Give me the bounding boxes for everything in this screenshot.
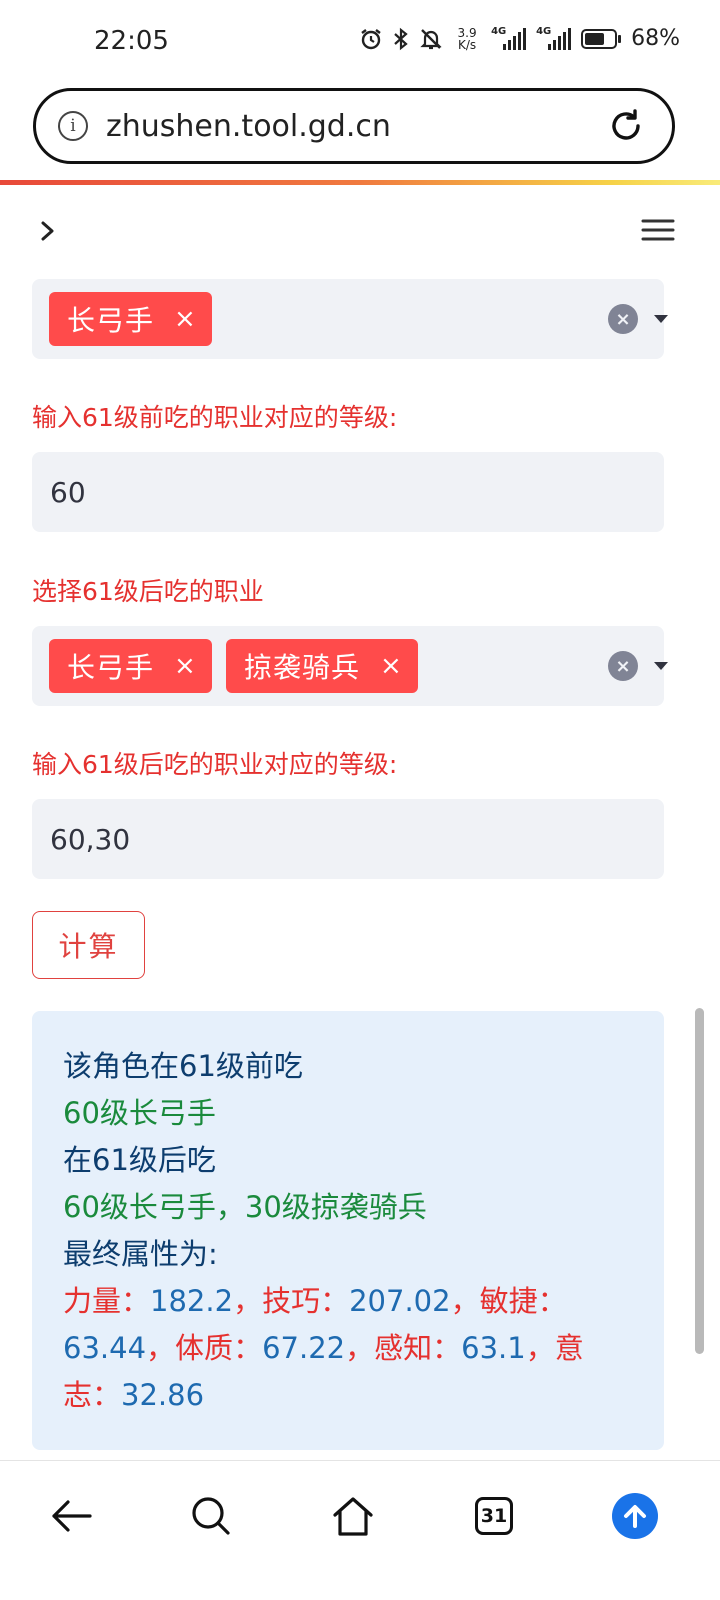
result-line: 最终属性为:	[63, 1237, 218, 1271]
after-class-select[interactable]: 长弓手 × 掠袭骑兵 × ×	[32, 626, 668, 706]
url-bar[interactable]: i zhushen.tool.gd.cn	[33, 88, 675, 164]
back-arrow-icon[interactable]	[46, 1491, 96, 1541]
after-level-label: 输入61级后吃的职业对应的等级:	[32, 750, 398, 779]
alarm-icon	[359, 27, 383, 51]
stat-value: 207.02	[349, 1284, 451, 1318]
clear-icon[interactable]: ×	[608, 304, 638, 334]
calculate-button[interactable]: 计算	[32, 911, 145, 979]
chip-label: 长弓手	[67, 304, 155, 337]
stat-name: 敏捷	[479, 1284, 538, 1318]
net-speed: 3.9 K/s	[457, 25, 477, 52]
after-level-input[interactable]: 60,30	[32, 799, 664, 879]
result-line: 该角色在61级前吃	[63, 1049, 303, 1083]
chevron-down-icon[interactable]	[654, 315, 668, 323]
class-chip[interactable]: 长弓手 ×	[49, 292, 212, 346]
chevron-right-icon[interactable]	[38, 218, 60, 244]
stat-value: 63.1	[461, 1331, 526, 1365]
stat-value: 182.2	[150, 1284, 234, 1318]
status-time: 22:05	[94, 26, 169, 56]
status-bar: 22:05 3.9 K/s 4G 4G 68%	[0, 0, 720, 88]
after-classes-label: 选择61级后吃的职业	[32, 577, 264, 606]
url-text[interactable]: zhushen.tool.gd.cn	[106, 109, 606, 144]
info-icon[interactable]: i	[58, 111, 88, 141]
chevron-down-icon[interactable]	[654, 662, 668, 670]
result-line: 在61级后吃	[63, 1143, 216, 1177]
home-icon[interactable]	[328, 1491, 378, 1541]
tabs-icon[interactable]: 31	[469, 1491, 519, 1541]
before-level-label: 输入61级前吃的职业对应的等级:	[32, 403, 398, 432]
page-load-progress	[0, 180, 720, 185]
upload-icon[interactable]	[610, 1491, 660, 1541]
chip-label: 长弓手	[67, 651, 155, 684]
chip-label: 掠袭骑兵	[244, 651, 361, 684]
stats-text: 力量：182.2，技巧：207.02，敏捷： 63.44，体质：67.22，感知：…	[63, 1284, 584, 1412]
signal-icon: 4G	[536, 26, 572, 50]
result-line: 60级长弓手，30级掠袭骑兵	[63, 1190, 427, 1224]
class-chip[interactable]: 掠袭骑兵 ×	[226, 639, 418, 693]
reload-icon[interactable]	[606, 106, 646, 146]
stat-name: 感知	[374, 1331, 433, 1365]
battery-icon	[581, 28, 622, 49]
hamburger-menu-icon[interactable]	[640, 218, 676, 244]
before-class-select[interactable]: 长弓手 × ×	[32, 279, 668, 359]
result-box: 该角色在61级前吃 60级长弓手 在61级后吃 60级长弓手，30级掠袭骑兵 最…	[32, 1011, 664, 1450]
stat-name: 体质	[175, 1331, 234, 1365]
before-level-input[interactable]: 60	[32, 452, 664, 532]
stat-value: 67.22	[262, 1331, 346, 1365]
status-icons: 3.9 K/s 4G 4G 68%	[359, 26, 680, 51]
stat-value: 63.44	[63, 1331, 147, 1365]
stat-value: 32.86	[121, 1378, 205, 1412]
result-line: 60级长弓手	[63, 1096, 216, 1130]
chip-remove-icon[interactable]: ×	[174, 306, 196, 332]
battery-percent: 68%	[631, 26, 680, 51]
stat-name: 技巧	[262, 1284, 321, 1318]
bluetooth-icon	[393, 27, 409, 51]
class-chip[interactable]: 长弓手 ×	[49, 639, 212, 693]
scrollbar-thumb[interactable]	[695, 1008, 704, 1354]
chip-remove-icon[interactable]: ×	[380, 653, 402, 679]
chip-remove-icon[interactable]: ×	[174, 653, 196, 679]
search-icon[interactable]	[186, 1491, 236, 1541]
clear-icon[interactable]: ×	[608, 651, 638, 681]
signal-icon: 4G	[491, 26, 527, 50]
stat-name: 力量	[63, 1284, 122, 1318]
mute-icon	[419, 27, 443, 51]
bottom-nav: 31	[0, 1460, 720, 1600]
tabs-count: 31	[475, 1497, 513, 1535]
